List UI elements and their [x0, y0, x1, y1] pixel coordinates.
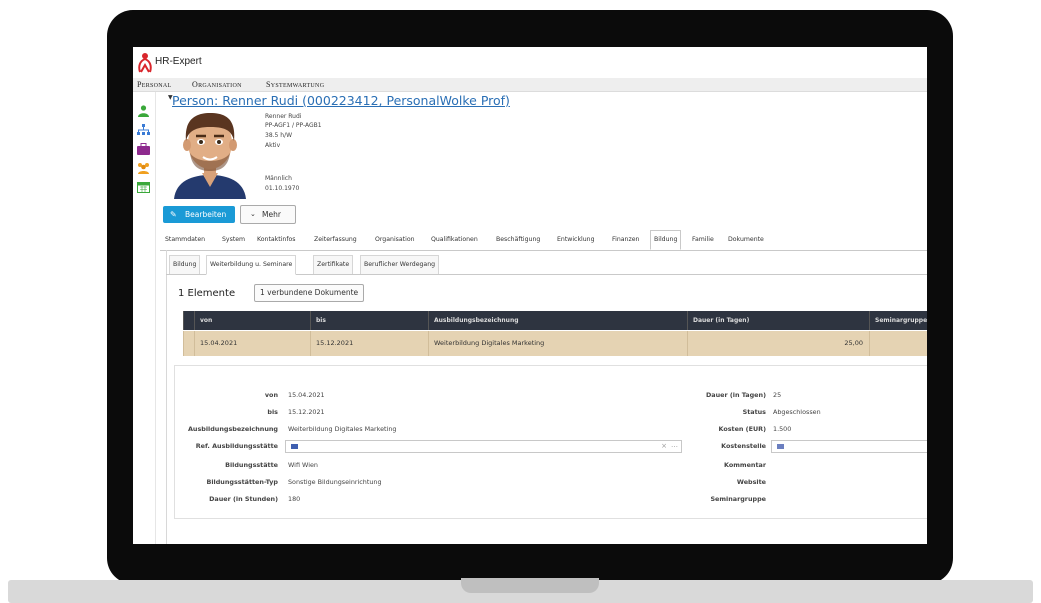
- chevron-down-icon: ⌄: [250, 210, 256, 218]
- tab-organisation[interactable]: Organisation: [372, 231, 418, 249]
- table-header: von bis Ausbildungsbezeichnung Dauer (in…: [183, 311, 927, 330]
- person-title-link[interactable]: Person: Renner Rudi (000223412, Personal…: [172, 93, 510, 108]
- group-icon[interactable]: [137, 162, 150, 174]
- label-kosten: Kosten (EUR): [718, 425, 766, 433]
- table-cell-spacer: [183, 331, 194, 356]
- tab-familie[interactable]: Familie: [689, 231, 717, 249]
- tab-beschaeftigung[interactable]: Beschäftigung: [493, 231, 543, 249]
- person-avatar: [166, 107, 254, 199]
- label-ausbildungsbezeichnung: Ausbildungsbezeichnung: [187, 425, 278, 433]
- linked-documents-button[interactable]: 1 verbundene Dokumente: [254, 284, 365, 302]
- edit-pencil-icon: ✎: [170, 210, 177, 219]
- clear-icon[interactable]: ×: [661, 442, 667, 450]
- tab-system[interactable]: System: [219, 231, 248, 249]
- cost-center-icon: [777, 444, 784, 449]
- subtab-weiterbildung-seminare[interactable]: Weiterbildung u. Seminare: [206, 255, 297, 275]
- value-dauer-stunden: 180: [288, 495, 301, 503]
- value-bis: 15.12.2021: [288, 408, 325, 416]
- column-header-dauer-tage[interactable]: Dauer (in Tagen): [687, 311, 869, 330]
- menu-organisation[interactable]: Organisation: [192, 80, 242, 89]
- left-icon-rail: [133, 92, 156, 544]
- tab-dokumente[interactable]: Dokumente: [725, 231, 767, 249]
- calendar-icon[interactable]: [137, 181, 150, 193]
- laptop-screen: HR-Expert Personal Organisation Systemwa…: [133, 47, 927, 544]
- value-bildungsstaette: Wifi Wien: [288, 461, 318, 469]
- column-header-von[interactable]: von: [194, 311, 310, 330]
- menu-personal[interactable]: Personal: [137, 80, 172, 89]
- hr-expert-logo-icon: [138, 53, 152, 73]
- person-name: Renner Rudi: [265, 113, 302, 120]
- menu-systemwartung[interactable]: Systemwartung: [266, 80, 324, 89]
- edit-button[interactable]: ✎ Bearbeiten: [163, 206, 235, 223]
- label-dauer-tage: Dauer (in Tagen): [706, 391, 766, 399]
- column-header-bis[interactable]: bis: [310, 311, 428, 330]
- person-gender: Männlich: [265, 175, 292, 182]
- tab-entwicklung[interactable]: Entwicklung: [554, 231, 598, 249]
- tab-bildung[interactable]: Bildung: [650, 230, 682, 250]
- value-ausbildungsbezeichnung: Weiterbildung Digitales Marketing: [288, 425, 397, 433]
- app-title: HR-Expert: [155, 56, 202, 67]
- table-cell-seminargruppe: [869, 331, 927, 356]
- tab-qualifikationen[interactable]: Qualifikationen: [428, 231, 481, 249]
- label-bis: bis: [267, 408, 278, 416]
- edit-button-label: Bearbeiten: [185, 210, 227, 219]
- value-von: 15.04.2021: [288, 391, 325, 399]
- label-seminargruppe: Seminargruppe: [710, 495, 766, 503]
- subtab-bildung[interactable]: Bildung: [169, 255, 201, 274]
- label-status: Status: [742, 408, 766, 416]
- label-kommentar: Kommentar: [724, 461, 766, 469]
- table-cell-dauer-tage: 25,00: [687, 331, 869, 356]
- main-menu: Personal Organisation Systemwartung: [133, 78, 927, 92]
- label-bildungsstaetten-typ: Bildungsstätten-Typ: [206, 478, 278, 486]
- sub-tabs: Bildung Weiterbildung u. Seminare Zertif…: [166, 253, 927, 275]
- app-header: HR-Expert: [133, 47, 927, 78]
- tab-zeiterfassung[interactable]: Zeiterfassung: [311, 231, 360, 249]
- tab-finanzen[interactable]: Finanzen: [609, 231, 642, 249]
- kostenstelle-field[interactable]: [771, 440, 927, 453]
- value-status: Abgeschlossen: [773, 408, 821, 416]
- person-hours: 38.5 h/W: [265, 132, 293, 139]
- label-kostenstelle: Kostenstelle: [721, 442, 766, 450]
- person-groups: PP-AGF1 / PP-AGB1: [265, 122, 322, 129]
- label-von: von: [264, 391, 278, 399]
- org-chart-icon[interactable]: [137, 124, 150, 136]
- more-button-label: Mehr: [262, 210, 281, 219]
- label-dauer-stunden: Dauer (in Stunden): [209, 495, 278, 503]
- tab-stammdaten[interactable]: Stammdaten: [162, 231, 208, 249]
- label-bildungsstaette: Bildungsstätte: [225, 461, 278, 469]
- subtab-zertifikate[interactable]: Zertifikate: [313, 255, 354, 274]
- tab-kontaktinfos[interactable]: Kontaktinfos: [254, 231, 299, 249]
- person-icon[interactable]: [137, 105, 150, 117]
- briefcase-icon[interactable]: [137, 143, 150, 155]
- subtab-beruflicher-werdegang[interactable]: Beruflicher Werdegang: [360, 255, 440, 274]
- label-website: Website: [736, 478, 766, 486]
- person-birthdate: 01.10.1970: [265, 185, 300, 192]
- detail-form: von 15.04.2021 bis 15.12.2021 Ausbildung…: [174, 365, 927, 519]
- value-dauer-tage: 25: [773, 391, 782, 399]
- main-tabs: Stammdaten System Kontaktinfos Zeiterfas…: [160, 228, 927, 251]
- column-header-ausbildungsbezeichnung[interactable]: Ausbildungsbezeichnung: [428, 311, 687, 330]
- value-kosten: 1.500: [773, 425, 792, 433]
- person-status: Aktiv: [265, 142, 281, 149]
- ref-ausbildungsstaette-field[interactable]: × …: [285, 440, 682, 453]
- table-cell-von: 15.04.2021: [194, 331, 310, 356]
- lookup-icon[interactable]: …: [671, 441, 678, 449]
- table-cell-bis: 15.12.2021: [310, 331, 428, 356]
- table-row[interactable]: 15.04.2021 15.12.2021 Weiterbildung Digi…: [183, 331, 927, 356]
- laptop-notch: [461, 578, 599, 593]
- flag-icon: [291, 444, 298, 449]
- label-ref-ausbildungsstaette: Ref. Ausbildungsstätte: [195, 442, 278, 450]
- table-header-spacer: [183, 311, 194, 330]
- element-count: 1 Elemente: [178, 288, 236, 299]
- more-button[interactable]: ⌄ Mehr: [240, 205, 296, 224]
- table-cell-ausbildungsbezeichnung: Weiterbildung Digitales Marketing: [428, 331, 687, 356]
- value-bildungsstaetten-typ: Sonstige Bildungseinrichtung: [288, 478, 382, 486]
- column-header-seminargruppe[interactable]: Seminargruppe: [869, 311, 927, 330]
